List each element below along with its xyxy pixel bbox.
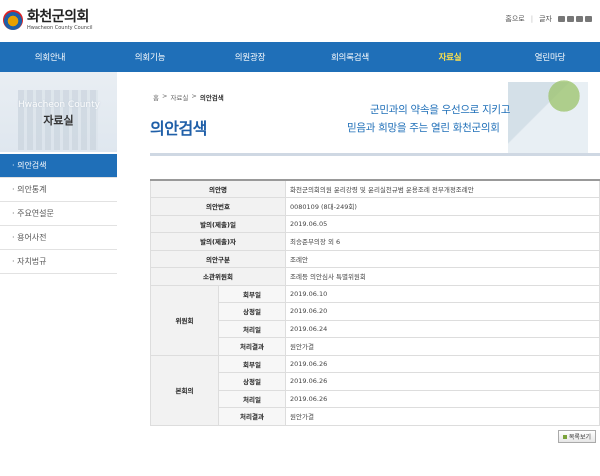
table-row: 의안구분 조례안 <box>150 249 600 268</box>
sidebar-watermark: Hwacheon County <box>18 100 100 110</box>
sidebar-item-bill-stats[interactable]: · 의안통계 <box>0 178 117 202</box>
title-divider <box>150 153 600 156</box>
plenary-submission-date: 2019.06.26 <box>285 372 600 391</box>
slogan-line-2: 믿음과 희망을 주는 열린 화천군의회 <box>347 122 500 134</box>
print-icon[interactable] <box>585 16 592 22</box>
table-row: 위원회 회부일 2019.06.10 <box>150 284 600 356</box>
utility-links: 홈으로 | 글자 <box>505 14 592 24</box>
banner-tree-image <box>544 76 584 116</box>
row-label: 의안명 <box>150 179 286 198</box>
main-nav: 의회안내 의회기능 의원광장 회의록검색 자료실 열린마당 <box>0 42 600 72</box>
nav-minutes-search[interactable]: 회의록검색 <box>300 42 400 72</box>
plenary-group-label: 본회의 <box>150 354 219 426</box>
sidebar-item-bill-search[interactable]: · 의안검색 <box>0 154 117 178</box>
nav-archive[interactable]: 자료실 <box>400 42 500 72</box>
sidebar-item-speeches[interactable]: · 주요연설문 <box>0 202 117 226</box>
table-row: 본회의 회부일 2019.06.26 <box>150 354 600 426</box>
row-label: 소관위원회 <box>150 267 286 286</box>
font-decrease-icon[interactable] <box>576 16 583 22</box>
emblem-icon <box>3 10 23 30</box>
row-label: 회부일 <box>218 284 286 303</box>
list-button-label: 목록보기 <box>568 434 591 441</box>
list-button[interactable]: 목록보기 <box>557 430 596 443</box>
table-row: 처리결과 원안가결 <box>151 337 600 356</box>
row-label: 상정일 <box>218 302 286 321</box>
row-label: 회부일 <box>218 354 286 373</box>
nav-council-function[interactable]: 의회기능 <box>100 42 200 72</box>
committee-process-date: 2019.06.24 <box>285 319 600 338</box>
font-increase-icon[interactable] <box>558 16 565 22</box>
bill-number-value: 0080109 (8대-249회) <box>285 197 600 216</box>
sidebar-item-local-laws[interactable]: · 자치법규 <box>0 250 117 274</box>
committee-group-label: 위원회 <box>150 284 219 356</box>
row-label: 의안구분 <box>150 249 286 268</box>
table-row: 처리일 2019.06.24 <box>151 319 600 338</box>
header: 화천군의회 Hwacheon County Council 홈으로 | 글자 <box>0 0 600 42</box>
page-title: 의안검색 <box>150 119 207 138</box>
row-label: 처리결과 <box>218 337 286 356</box>
sidebar-item-glossary[interactable]: · 용어사전 <box>0 226 117 250</box>
table-row: 상정일 2019.06.20 <box>151 302 600 321</box>
table-row: 상정일 2019.06.26 <box>151 372 600 391</box>
table-row: 의안번호 0080109 (8대-249회) <box>150 197 600 216</box>
row-label: 발의(제출)일 <box>150 214 286 233</box>
proposer-value: 최승준부의장 외 6 <box>285 232 600 251</box>
breadcrumb-home[interactable]: 홈 <box>153 92 159 102</box>
table-row: 소관위원회 조례등 의안심사 특별위원회 <box>150 267 600 286</box>
committee-result: 원안가결 <box>285 337 600 356</box>
proposal-date-value: 2019.06.05 <box>285 214 600 233</box>
slogan-line-1: 군민과의 약속을 우선으로 지키고 <box>370 104 511 116</box>
row-label: 의안번호 <box>150 197 286 216</box>
plenary-result: 원안가결 <box>285 407 600 426</box>
table-row: 처리결과 원안가결 <box>151 407 600 426</box>
breadcrumb-archive[interactable]: 자료실 <box>170 92 188 102</box>
sidebar: Hwacheon County 자료실 · 의안검색 · 의안통계 · 주요연설… <box>0 72 117 476</box>
bill-type-value: 조례안 <box>285 249 600 268</box>
breadcrumb: 홈 > 자료실 > 의안검색 <box>153 92 224 102</box>
home-link[interactable]: 홈으로 <box>505 14 524 24</box>
table-row: 처리일 2019.06.26 <box>151 389 600 408</box>
sidebar-menu: · 의안검색 · 의안통계 · 주요연설문 · 용어사전 · 자치법규 <box>0 154 117 274</box>
nav-member-plaza[interactable]: 의원광장 <box>200 42 300 72</box>
committee-value: 조례등 의안심사 특별위원회 <box>285 267 600 286</box>
table-row: 발의(제출)자 최승준부의장 외 6 <box>150 232 600 251</box>
council-logo[interactable]: 화천군의회 Hwacheon County Council <box>3 5 103 35</box>
table-row: 의안명 화천군의회의원 윤리강령 및 윤리실천규범 운용조례 전부개정조례안 <box>150 179 600 198</box>
table-row: 발의(제출)일 2019.06.05 <box>150 214 600 233</box>
bill-title-value: 화천군의회의원 윤리강령 및 윤리실천규범 운용조례 전부개정조례안 <box>285 179 600 198</box>
slogan-banner: 군민과의 약속을 우선으로 지키고 믿음과 희망을 주는 열린 화천군의회 <box>330 72 588 154</box>
row-label: 처리결과 <box>218 407 286 426</box>
list-icon <box>562 434 567 439</box>
row-label: 처리일 <box>218 319 286 338</box>
logo-title: 화천군의회 <box>27 8 89 25</box>
sidebar-header: Hwacheon County 자료실 <box>0 72 117 152</box>
font-reset-icon[interactable] <box>567 16 574 22</box>
nav-open-forum[interactable]: 열린마당 <box>500 42 600 72</box>
bill-detail-table: 의안명 화천군의회의원 윤리강령 및 윤리실천규범 운용조례 전부개정조례안 의… <box>150 179 600 426</box>
row-label: 처리일 <box>218 389 286 408</box>
row-label: 발의(제출)자 <box>150 232 286 251</box>
plenary-referral-date: 2019.06.26 <box>285 354 600 373</box>
plenary-process-date: 2019.06.26 <box>285 389 600 408</box>
sidebar-title: 자료실 <box>43 114 74 127</box>
row-label: 상정일 <box>218 372 286 391</box>
logo-subtitle: Hwacheon County Council <box>27 24 93 31</box>
committee-referral-date: 2019.06.10 <box>285 284 600 303</box>
breadcrumb-current: 의안검색 <box>199 94 224 102</box>
font-size-label: 글자 <box>539 15 552 23</box>
committee-submission-date: 2019.06.20 <box>285 302 600 321</box>
nav-council-info[interactable]: 의회안내 <box>0 42 100 72</box>
font-size-controls <box>558 16 592 22</box>
